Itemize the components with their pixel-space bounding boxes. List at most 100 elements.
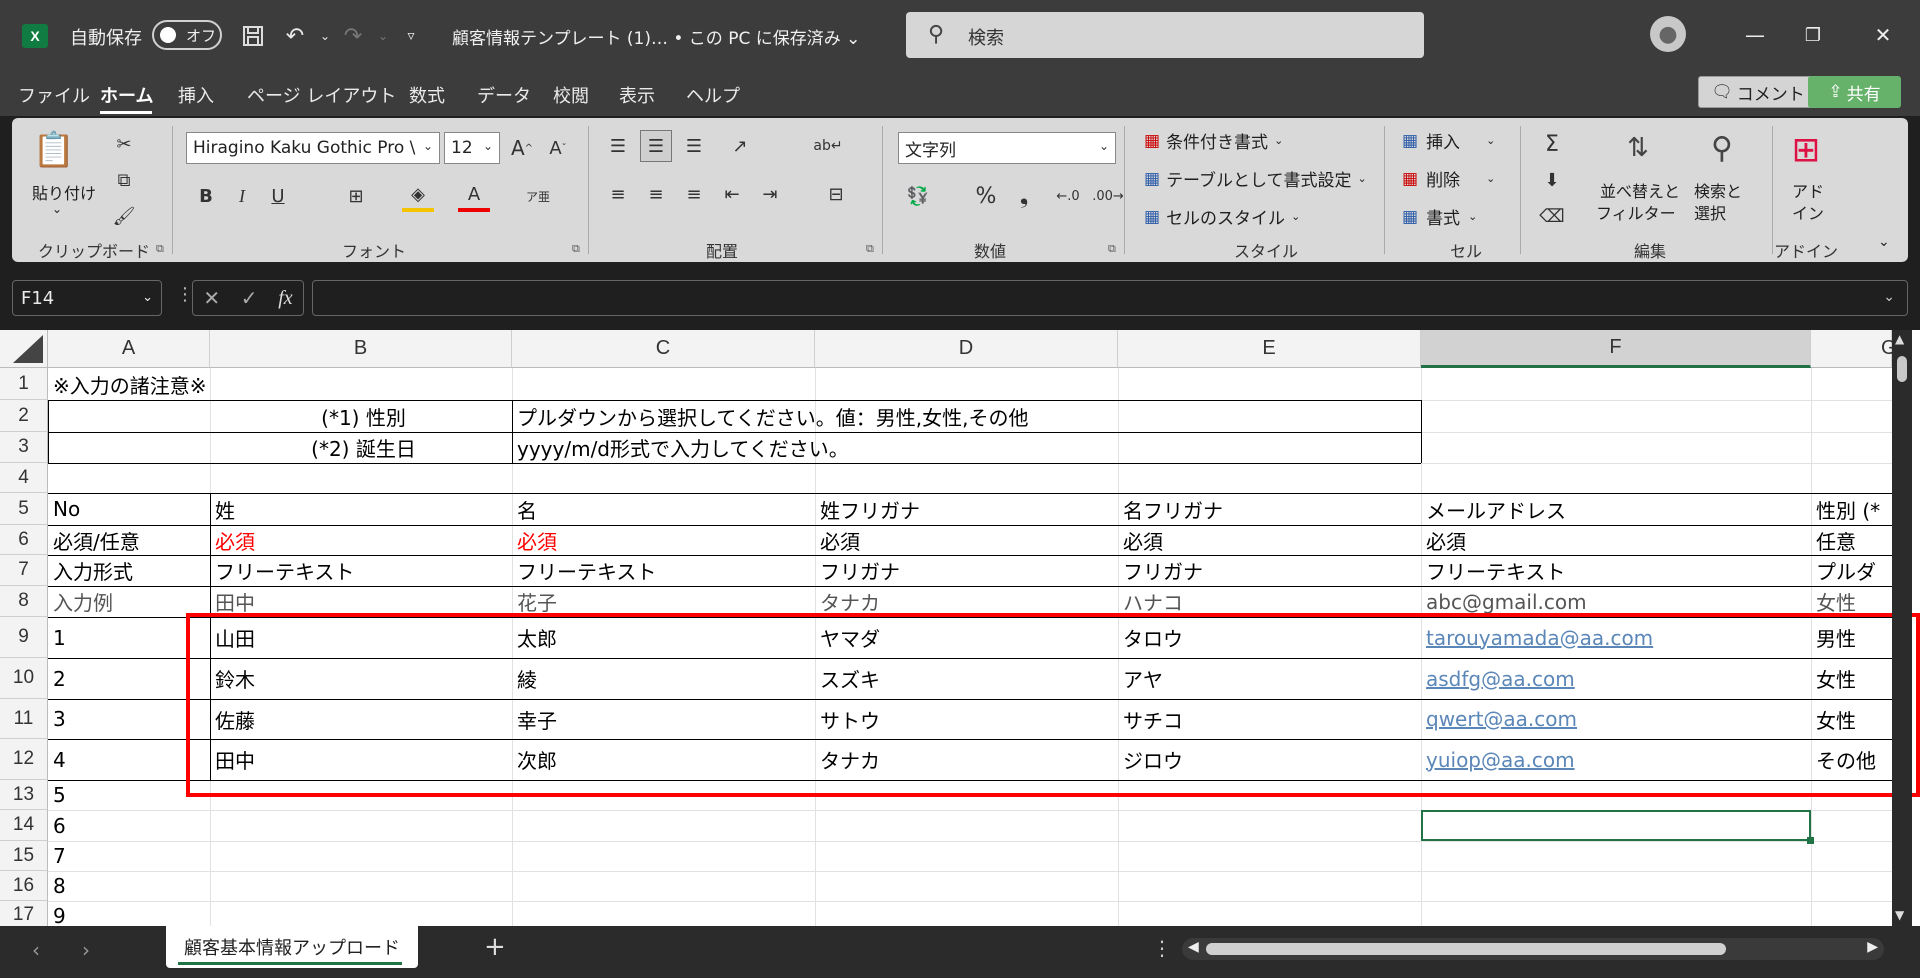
- font-name-select[interactable]: Hiragino Kaku Gothic Pro \ ⌄: [186, 132, 440, 164]
- insert-function-button[interactable]: fx: [278, 287, 292, 310]
- font-launcher-icon[interactable]: ⧉: [572, 242, 580, 256]
- decrease-indent-icon[interactable]: ⇤: [716, 178, 748, 210]
- table-cell[interactable]: 名フリガナ: [1118, 493, 1421, 525]
- scroll-down-icon[interactable]: ▼: [1895, 908, 1904, 922]
- cell-styles-button[interactable]: ▦ セルのスタイル ⌄: [1144, 204, 1300, 230]
- row-header-8[interactable]: 8: [0, 586, 48, 617]
- autosum-icon[interactable]: Σ: [1536, 128, 1568, 160]
- table-cell[interactable]: No: [48, 493, 210, 525]
- document-title[interactable]: 顧客情報テンプレート (1)… • この PC に保存済み ⌄: [452, 24, 860, 49]
- tab-insert[interactable]: 挿入: [178, 82, 214, 108]
- table-cell[interactable]: 必須: [512, 525, 815, 555]
- border-icon[interactable]: ⊞: [340, 180, 372, 212]
- redo-icon[interactable]: ↷: [336, 20, 370, 52]
- table-cell[interactable]: 6: [48, 810, 210, 841]
- column-header-b[interactable]: B: [210, 330, 512, 368]
- orientation-icon[interactable]: ↗: [724, 130, 756, 162]
- bold-button[interactable]: B: [190, 180, 222, 212]
- grow-font-icon[interactable]: A ^: [506, 132, 538, 164]
- close-icon[interactable]: ✕: [1860, 16, 1906, 54]
- phonetic-guide-button[interactable]: ア亜: [522, 180, 554, 212]
- row-header-7[interactable]: 7: [0, 555, 48, 586]
- user-icon[interactable]: ●: [1650, 16, 1686, 52]
- underline-button[interactable]: U: [262, 180, 294, 212]
- find-select-line1[interactable]: 検索と: [1694, 178, 1742, 202]
- column-header-d[interactable]: D: [815, 330, 1118, 368]
- row-header-15[interactable]: 15: [0, 841, 48, 871]
- font-size-select[interactable]: 12 ⌄: [444, 132, 500, 164]
- row-header-4[interactable]: 4: [0, 463, 48, 493]
- paste-icon[interactable]: 📋: [30, 126, 78, 174]
- tab-home[interactable]: ホーム: [100, 82, 153, 108]
- tab-review[interactable]: 校閲: [553, 82, 589, 108]
- table-cell[interactable]: 必須: [1421, 525, 1811, 555]
- table-cell[interactable]: 必須/任意: [48, 525, 210, 555]
- save-icon[interactable]: [236, 20, 270, 52]
- row-header-9[interactable]: 9: [0, 617, 48, 658]
- align-middle-icon[interactable]: ☰: [640, 130, 672, 162]
- wrap-text-icon[interactable]: ab↵: [812, 130, 844, 162]
- table-cell[interactable]: 8: [48, 871, 210, 901]
- table-cell[interactable]: 姓: [210, 493, 512, 525]
- customize-icon[interactable]: ▿: [394, 20, 428, 52]
- paste-dropdown-icon[interactable]: ⌄: [52, 202, 62, 216]
- table-cell[interactable]: 姓フリガナ: [815, 493, 1118, 525]
- align-top-icon[interactable]: ☰: [602, 130, 634, 162]
- font-color-button[interactable]: A: [458, 180, 490, 212]
- fill-color-icon[interactable]: ◈: [402, 180, 434, 212]
- table-cell[interactable]: 性別 (*: [1811, 493, 1892, 525]
- row-header-1[interactable]: 1: [0, 368, 48, 400]
- row-header-5[interactable]: 5: [0, 493, 48, 525]
- addins-line1[interactable]: アド: [1792, 178, 1824, 202]
- table-cell[interactable]: プルダ: [1811, 555, 1892, 586]
- share-button[interactable]: ⇪ 共有: [1808, 76, 1901, 108]
- select-all-button[interactable]: [0, 330, 48, 368]
- decrease-decimal-icon[interactable]: .00→: [1092, 180, 1124, 212]
- row-header-13[interactable]: 13: [0, 780, 48, 810]
- horizontal-scroll-thumb[interactable]: [1206, 943, 1726, 955]
- selected-cell-f14[interactable]: [1421, 810, 1811, 841]
- paste-button[interactable]: 貼り付け: [32, 180, 96, 204]
- undo-icon[interactable]: ↶: [278, 20, 312, 52]
- cell-c3[interactable]: yyyy/m/d形式で入力してください。: [512, 432, 1421, 463]
- find-select-icon[interactable]: ⚲: [1696, 126, 1748, 170]
- format-cells-button[interactable]: ▦ 書式 ⌄: [1402, 204, 1477, 230]
- comment-button[interactable]: 🗨 コメント: [1698, 76, 1818, 108]
- number-format-select[interactable]: 文字列 ⌄: [898, 132, 1116, 164]
- cancel-icon[interactable]: ✕: [203, 286, 220, 310]
- alignment-launcher-icon[interactable]: ⧉: [866, 242, 874, 256]
- sort-filter-line2[interactable]: フィルター: [1596, 200, 1676, 224]
- clipboard-launcher-icon[interactable]: ⧉: [156, 242, 164, 256]
- table-cell[interactable]: 入力形式: [48, 555, 210, 586]
- row-header-12[interactable]: 12: [0, 739, 48, 780]
- restore-icon[interactable]: ❐: [1790, 16, 1836, 54]
- column-header-f[interactable]: F: [1421, 330, 1811, 368]
- autosave-toggle[interactable]: オフ: [152, 20, 222, 50]
- clear-icon[interactable]: ⌫: [1536, 200, 1568, 232]
- cell-c2[interactable]: プルダウンから選択してください。値：男性,女性,その他: [512, 400, 1421, 432]
- row-header-11[interactable]: 11: [0, 699, 48, 739]
- find-select-line2[interactable]: 選択: [1694, 200, 1726, 224]
- accounting-format-icon[interactable]: 💱: [902, 180, 934, 212]
- row-header-10[interactable]: 10: [0, 658, 48, 699]
- sheet-next-icon[interactable]: ›: [82, 938, 90, 962]
- worksheet-grid[interactable]: A B C D E F G 1 2 3 4 5 6 7 8 9 10 11 12 13 14 15 16 17 ※入力の諸注意※…: [0, 330, 1920, 926]
- tab-split-handle-icon[interactable]: ⋮: [1152, 936, 1172, 960]
- format-painter-icon[interactable]: 🖌: [108, 200, 140, 232]
- cell-b3[interactable]: (*2) 誕生日: [210, 432, 512, 463]
- scroll-right-icon[interactable]: ▶: [1867, 939, 1878, 955]
- cut-icon[interactable]: ✂: [108, 128, 140, 160]
- ribbon-collapse-icon[interactable]: ⌄: [1878, 234, 1890, 250]
- table-cell[interactable]: 9: [48, 901, 210, 927]
- fill-handle[interactable]: [1807, 837, 1814, 844]
- expand-formula-icon[interactable]: ⌄: [1883, 289, 1895, 305]
- delete-cells-button[interactable]: ▦ 削除 ⌄: [1402, 166, 1495, 192]
- tab-file[interactable]: ファイル: [18, 82, 90, 108]
- conditional-format-button[interactable]: ▦ 条件付き書式 ⌄: [1144, 128, 1283, 154]
- scroll-left-icon[interactable]: ◀: [1188, 939, 1199, 955]
- vertical-scrollbar[interactable]: ▲ ▼: [1892, 330, 1912, 926]
- table-cell[interactable]: 必須: [815, 525, 1118, 555]
- enter-icon[interactable]: ✓: [241, 286, 258, 310]
- percent-button[interactable]: %: [970, 180, 1002, 212]
- column-header-c[interactable]: C: [512, 330, 815, 368]
